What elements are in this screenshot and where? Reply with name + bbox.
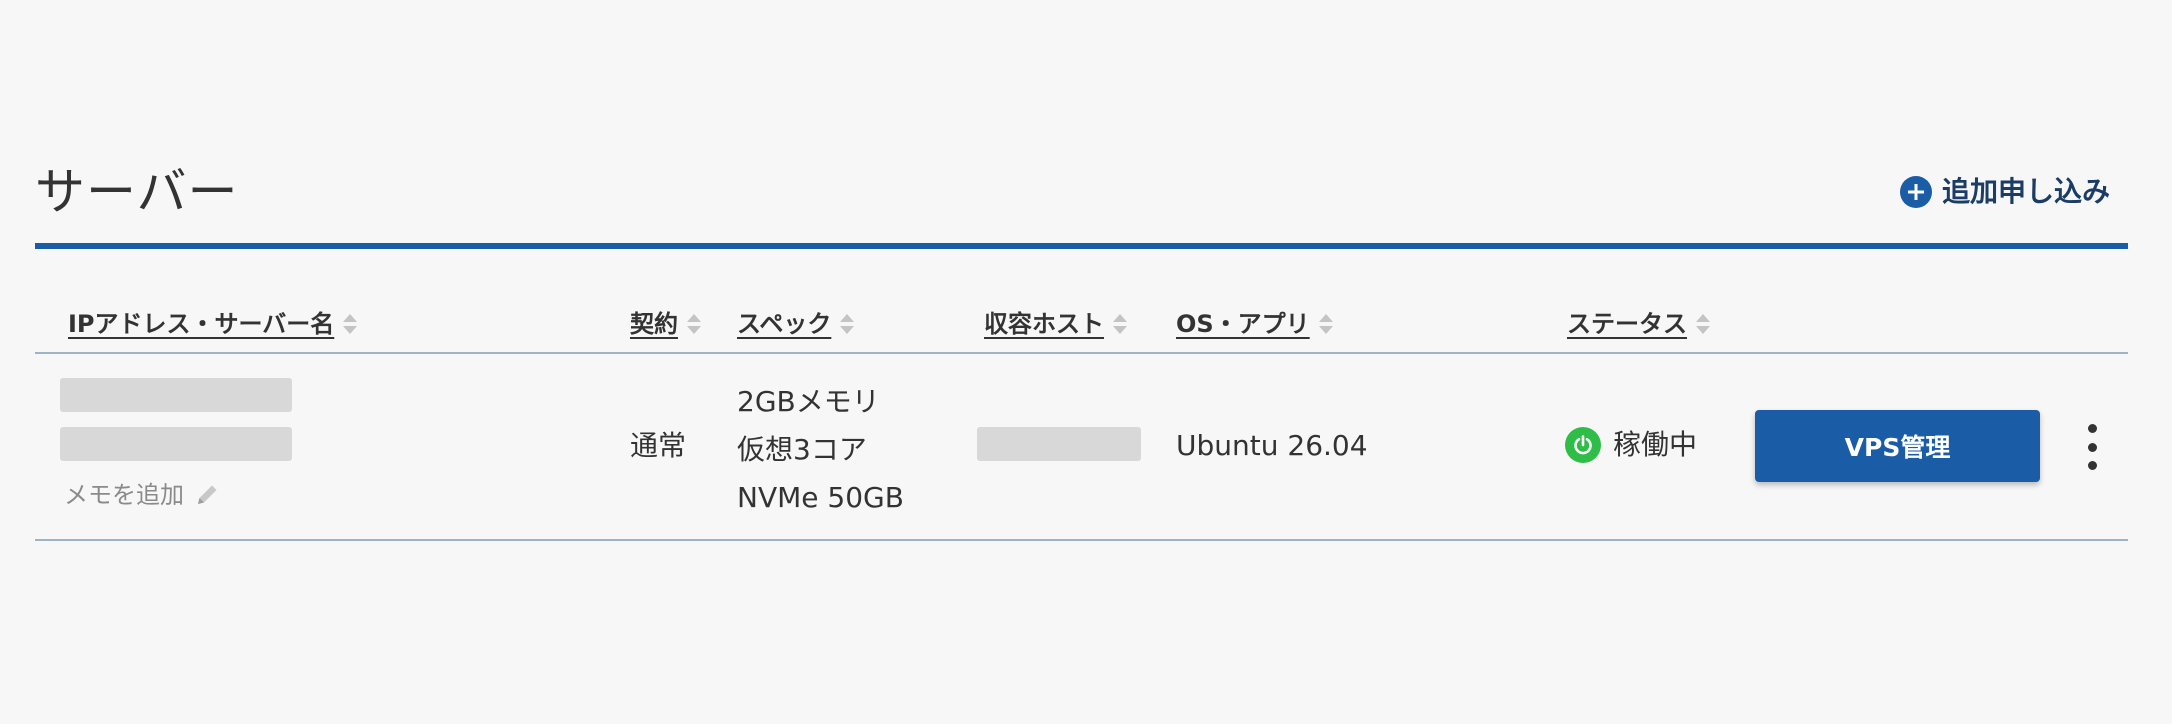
redacted-server-name [60,427,292,461]
spec-storage: NVMe 50GB [737,481,904,514]
column-header-ip-name[interactable]: IPアドレス・サーバー名 [68,309,358,339]
column-header-host[interactable]: 収容ホスト [984,309,1128,339]
sort-icon [687,314,701,334]
add-server-label: 追加申し込み [1941,175,2110,208]
add-server-link[interactable]: 追加申し込み [1899,174,2110,210]
kebab-dot [2087,461,2097,470]
column-header-label: 収容ホスト [984,310,1104,338]
status-cell: 稼働中 [1565,427,1697,463]
kebab-dot [2087,442,2097,452]
spec-cell: 2GBメモリ 仮想3コア NVMe 50GB [737,378,904,522]
contract-cell: 通常 [630,429,687,462]
redacted-ip-address [60,378,292,412]
status-label: 稼働中 [1613,428,1698,461]
column-header-status[interactable]: ステータス [1567,309,1711,339]
sort-icon [1113,314,1127,334]
add-memo-label: メモを追加 [64,481,184,509]
column-header-label: OS・アプリ [1176,310,1310,338]
column-header-label: IPアドレス・サーバー名 [68,310,335,338]
kebab-menu-icon[interactable] [2075,420,2109,474]
column-header-os[interactable]: OS・アプリ [1176,309,1334,339]
kebab-dot [2087,424,2097,433]
column-header-contract[interactable]: 契約 [630,309,702,339]
server-page: サーバー 追加申し込み IPアドレス・サーバー名 契約 スペック 収容ホスト O… [0,0,2172,724]
spec-memory: 2GBメモリ [737,385,880,418]
pencil-icon [198,485,217,504]
spec-cpu: 仮想3コア [737,433,867,466]
vps-manage-button[interactable]: VPS管理 [1755,410,2040,482]
column-header-label: ステータス [1567,310,1687,338]
sort-icon [840,314,855,334]
page-title: サーバー [35,163,239,221]
plus-circle-icon [1899,176,1932,208]
sort-icon [343,314,358,334]
column-header-label: 契約 [630,310,678,338]
column-header-label: スペック [737,310,832,338]
redacted-host [977,427,1141,461]
table-row-divider [35,539,2128,541]
title-divider [35,243,2128,249]
os-cell: Ubuntu 26.04 [1176,429,1368,462]
table-header-divider [35,352,2128,354]
column-header-spec[interactable]: スペック [737,309,855,339]
add-memo-link[interactable]: メモを追加 [64,480,220,510]
sort-icon [1696,314,1710,334]
power-icon [1565,427,1601,463]
sort-icon [1318,314,1333,334]
